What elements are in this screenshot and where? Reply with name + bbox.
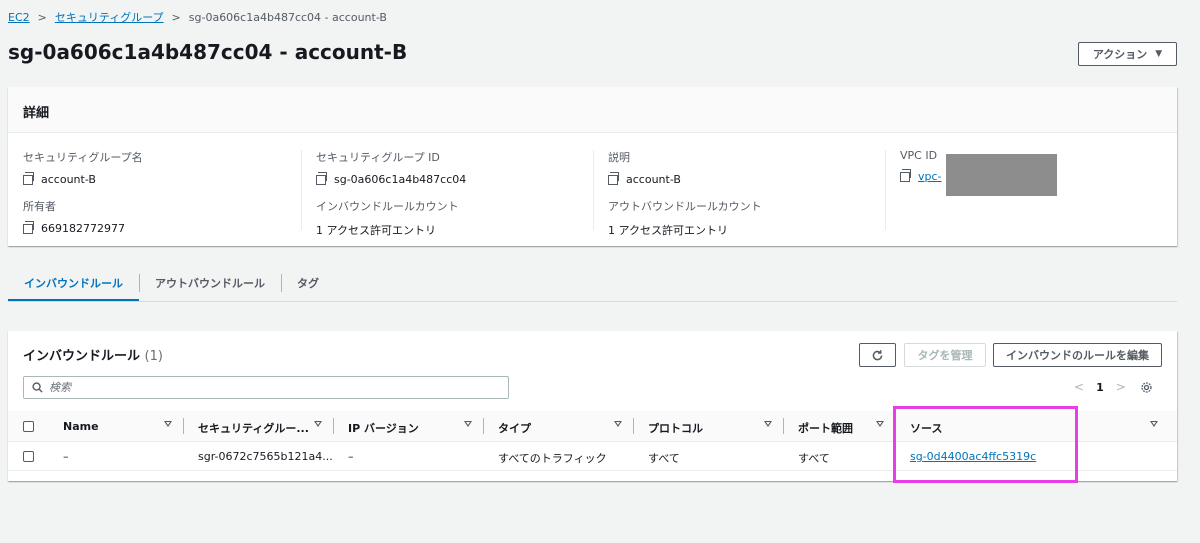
field-label: インバウンドルールカウント (316, 200, 459, 213)
row-checkbox[interactable] (23, 451, 34, 462)
cell-protocol: すべて (648, 452, 680, 465)
copy-icon[interactable] (316, 171, 327, 185)
column-header-port-range[interactable]: ポート範囲 (798, 420, 853, 436)
divider (885, 150, 886, 230)
field-group-id: セキュリティグループ ID sg-0a606c1a4b487cc04 (316, 149, 576, 186)
copy-icon[interactable] (23, 171, 34, 185)
rules-count: (1) (144, 349, 163, 364)
field-value: account-B (41, 173, 96, 186)
field-value: account-B (626, 173, 681, 186)
pagination: < 1 > (1074, 380, 1153, 394)
divider (301, 150, 302, 230)
tab-outbound-rules[interactable]: アウトバウンドルール (139, 266, 281, 302)
field-value: 1 アクセス許可エントリ (316, 224, 436, 237)
search-input[interactable] (49, 381, 489, 394)
actions-button-label: アクション (1092, 48, 1148, 61)
sort-icon[interactable] (614, 421, 622, 427)
breadcrumb-security-groups-link[interactable]: セキュリティグループ (55, 9, 164, 25)
copy-icon[interactable] (900, 168, 911, 182)
sort-icon[interactable] (164, 421, 172, 427)
column-divider[interactable] (333, 418, 334, 434)
copy-icon[interactable] (23, 220, 34, 234)
column-header-ip-version[interactable]: IP バージョン (348, 420, 419, 436)
field-inbound-count: インバウンドルールカウント 1 アクセス許可エントリ (316, 198, 576, 238)
field-description: 説明 account-B (608, 149, 868, 186)
tab-inbound-rules[interactable]: インバウンドルール (8, 266, 139, 302)
breadcrumb: EC2 > セキュリティグループ > sg-0a606c1a4b487cc04 … (8, 9, 387, 25)
field-label: 所有者 (23, 200, 56, 213)
field-value: sg-0a606c1a4b487cc04 (334, 173, 467, 186)
field-outbound-count: アウトバウンドルールカウント 1 アクセス許可エントリ (608, 198, 868, 238)
cell-port-range: すべて (798, 452, 830, 465)
column-header-rule-id[interactable]: セキュリティグルー... (198, 420, 309, 436)
breadcrumb-current: sg-0a606c1a4b487cc04 - account-B (188, 10, 387, 24)
edit-inbound-rules-button[interactable]: インバウンドのルールを編集 (993, 343, 1162, 367)
redaction-box (946, 154, 1057, 196)
tab-tags[interactable]: タグ (281, 266, 335, 302)
field-value: 669182772977 (41, 222, 125, 235)
caret-down-icon: ▼ (1155, 49, 1163, 59)
copy-icon[interactable] (608, 171, 619, 185)
chevron-left-icon[interactable]: < (1074, 380, 1084, 394)
sort-icon[interactable] (314, 421, 322, 427)
cell-rule-id: sgr-0672c7565b121a4... (198, 450, 333, 463)
highlight-box (893, 406, 1078, 483)
rules-title: インバウンドルール (1) (23, 345, 163, 364)
tab-bar: インバウンドルール アウトバウンドルール タグ (8, 266, 1177, 302)
sort-icon[interactable] (764, 421, 772, 427)
manage-tags-button[interactable]: タグを管理 (904, 343, 986, 367)
field-group-name: セキュリティグループ名 account-B (23, 149, 283, 186)
column-divider[interactable] (483, 418, 484, 434)
search-field[interactable] (23, 376, 509, 399)
sort-icon[interactable] (1150, 421, 1158, 427)
rules-title-text: インバウンドルール (23, 349, 141, 364)
field-owner: 所有者 669182772977 (23, 198, 283, 235)
select-all-checkbox[interactable] (23, 421, 34, 432)
details-heading: 詳細 (8, 87, 1177, 133)
gear-icon[interactable] (1140, 381, 1153, 394)
column-divider[interactable] (183, 418, 184, 434)
sort-icon[interactable] (464, 421, 472, 427)
chevron-right-icon: > (37, 10, 47, 24)
cell-name: – (63, 450, 69, 463)
breadcrumb-ec2-link[interactable]: EC2 (8, 11, 30, 24)
sort-icon[interactable] (876, 421, 884, 427)
column-header-protocol[interactable]: プロトコル (648, 420, 703, 436)
vpc-id-link[interactable]: vpc- (918, 170, 942, 183)
field-label: アウトバウンドルールカウント (608, 200, 762, 213)
cell-ip-version: – (348, 450, 354, 463)
page-number[interactable]: 1 (1096, 381, 1104, 394)
actions-button[interactable]: アクション ▼ (1078, 42, 1177, 66)
field-label: 説明 (608, 151, 630, 164)
column-header-type[interactable]: タイプ (498, 420, 531, 436)
column-divider[interactable] (633, 418, 634, 434)
tab-underline (8, 301, 1177, 302)
refresh-button[interactable] (859, 343, 896, 367)
divider (593, 150, 594, 230)
page-title: sg-0a606c1a4b487cc04 - account-B (8, 40, 408, 64)
search-icon (32, 382, 43, 393)
chevron-right-icon: > (171, 10, 181, 24)
field-label: セキュリティグループ名 (23, 151, 143, 164)
field-value: 1 アクセス許可エントリ (608, 224, 728, 237)
chevron-right-icon[interactable]: > (1116, 380, 1126, 394)
field-label: セキュリティグループ ID (316, 151, 440, 164)
column-header-name[interactable]: Name (63, 420, 99, 433)
cell-type: すべてのトラフィック (498, 452, 607, 465)
refresh-icon (872, 349, 883, 360)
column-divider[interactable] (783, 418, 784, 434)
